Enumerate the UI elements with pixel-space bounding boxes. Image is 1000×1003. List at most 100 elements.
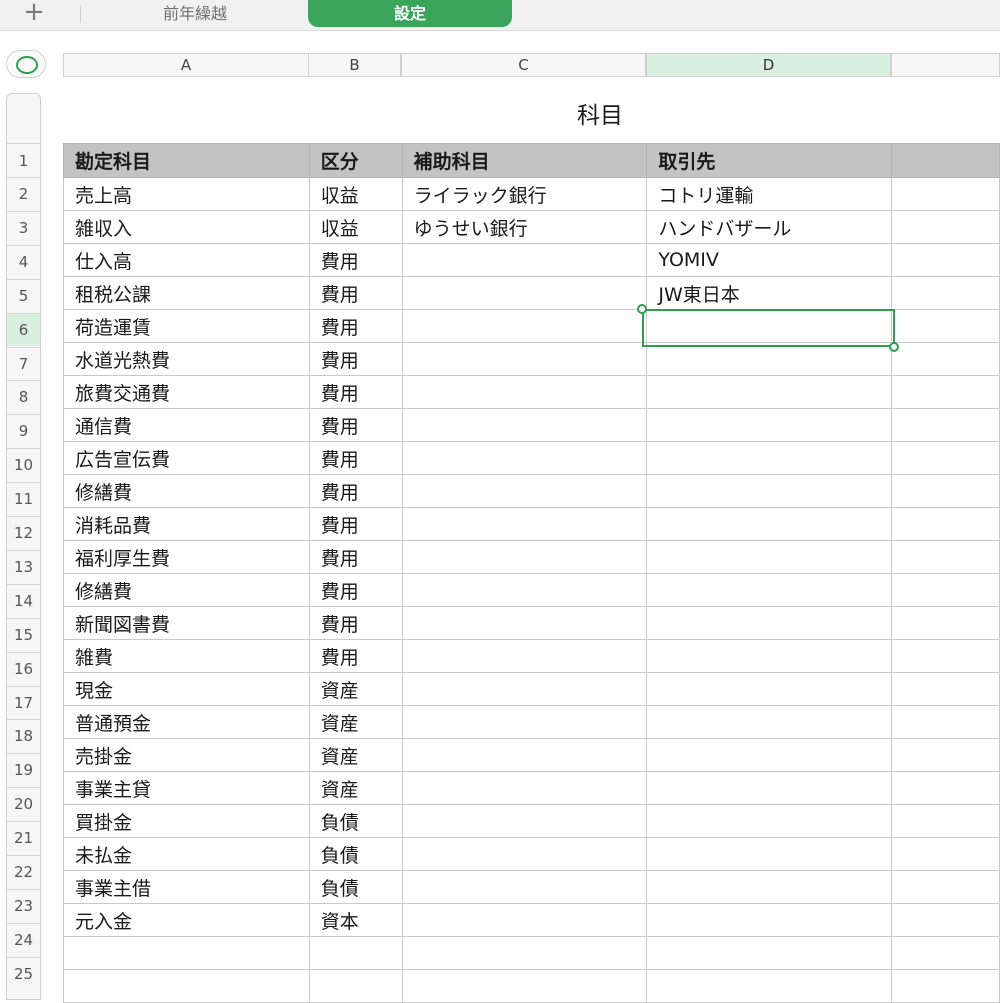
row-header-3[interactable]: 3 xyxy=(7,210,40,245)
row-header-21[interactable]: 21 xyxy=(7,821,40,855)
table-cell-account-name[interactable]: 買掛金 xyxy=(63,804,310,838)
table-cell-sub-account[interactable] xyxy=(401,309,648,343)
table-cell-sub-account[interactable] xyxy=(401,441,648,475)
row-header-10[interactable]: 10 xyxy=(7,448,40,482)
table-cell-sub-account[interactable] xyxy=(401,408,648,442)
row-header-17[interactable]: 17 xyxy=(7,685,40,720)
table-cell-category[interactable]: 費用 xyxy=(308,507,403,541)
table-cell-account-name[interactable]: 売上高 xyxy=(63,177,310,211)
table-cell-counterparty[interactable] xyxy=(646,804,893,838)
table-cell-extra[interactable] xyxy=(891,969,1000,1003)
table-cell-account-name[interactable]: 未払金 xyxy=(63,837,310,871)
table-cell-sub-account[interactable] xyxy=(401,936,648,970)
column-header-c[interactable]: C xyxy=(401,53,646,77)
table-cell-extra[interactable] xyxy=(891,375,1000,409)
table-cell-sub-account[interactable] xyxy=(401,243,648,277)
table-cell-account-name[interactable]: 荷造運賃 xyxy=(63,309,310,343)
table-cell-extra[interactable] xyxy=(891,804,1000,838)
table-cell-category[interactable]: 負債 xyxy=(308,804,403,838)
column-header-a[interactable]: A xyxy=(63,53,309,77)
table-cell-sub-account[interactable] xyxy=(401,474,648,508)
table-cell-account-name[interactable]: 水道光熱費 xyxy=(63,342,310,376)
column-header-d[interactable]: D xyxy=(646,53,891,77)
header-cell-sub-account[interactable]: 補助科目 xyxy=(401,143,648,178)
table-cell-category[interactable]: 費用 xyxy=(308,474,403,508)
table-cell-counterparty[interactable] xyxy=(646,375,893,409)
table-cell-sub-account[interactable]: ライラック銀行 xyxy=(401,177,648,211)
row-header-2[interactable]: 2 xyxy=(7,177,40,211)
row-header-20[interactable]: 20 xyxy=(7,787,40,821)
table-cell-counterparty[interactable] xyxy=(646,936,893,970)
table-cell-category[interactable]: 費用 xyxy=(308,606,403,640)
table-cell-account-name[interactable]: 通信費 xyxy=(63,408,310,442)
table-cell-extra[interactable] xyxy=(891,243,1000,277)
table-cell-account-name[interactable]: 雑収入 xyxy=(63,210,310,244)
table-cell-extra[interactable] xyxy=(891,309,1000,343)
table-cell-sub-account[interactable] xyxy=(401,771,648,805)
selection-handle-top-left[interactable] xyxy=(637,304,647,314)
table-cell-extra[interactable] xyxy=(891,903,1000,937)
table-cell-account-name[interactable]: 福利厚生費 xyxy=(63,540,310,574)
table-cell-category[interactable]: 資本 xyxy=(308,903,403,937)
table-cell-sub-account[interactable] xyxy=(401,375,648,409)
table-cell-account-name[interactable]: 事業主借 xyxy=(63,870,310,904)
table-cell-category[interactable] xyxy=(308,969,403,1003)
table-cell-counterparty[interactable] xyxy=(646,672,893,706)
table-cell-sub-account[interactable] xyxy=(401,903,648,937)
table-cell-extra[interactable] xyxy=(891,870,1000,904)
table-cell-counterparty[interactable] xyxy=(646,771,893,805)
table-cell-sub-account[interactable] xyxy=(401,870,648,904)
table-cell-category[interactable]: 資産 xyxy=(308,705,403,739)
table-cell-extra[interactable] xyxy=(891,276,1000,310)
row-header-1[interactable]: 1 xyxy=(7,143,40,177)
table-cell-extra[interactable] xyxy=(891,606,1000,640)
table-cell-extra[interactable] xyxy=(891,837,1000,871)
table-cell-category[interactable]: 資産 xyxy=(308,672,403,706)
table-cell-category[interactable]: 資産 xyxy=(308,771,403,805)
table-cell-sub-account[interactable] xyxy=(401,276,648,310)
table-cell-counterparty[interactable] xyxy=(646,903,893,937)
table-cell-account-name[interactable]: 普通預金 xyxy=(63,705,310,739)
table-cell-extra[interactable] xyxy=(891,441,1000,475)
table-cell-counterparty[interactable]: コトリ運輸 xyxy=(646,177,893,211)
table-cell-extra[interactable] xyxy=(891,672,1000,706)
table-cell-account-name[interactable]: 現金 xyxy=(63,672,310,706)
table-cell-category[interactable]: 費用 xyxy=(308,408,403,442)
table-cell-sub-account[interactable] xyxy=(401,639,648,673)
table-cell-counterparty[interactable] xyxy=(646,837,893,871)
table-cell-extra[interactable] xyxy=(891,210,1000,244)
row-header-4[interactable]: 4 xyxy=(7,244,40,279)
table-cell-category[interactable]: 費用 xyxy=(308,639,403,673)
table-cell-counterparty[interactable] xyxy=(646,474,893,508)
table-cell-sub-account[interactable] xyxy=(401,804,648,838)
column-header-empty[interactable] xyxy=(891,53,1000,77)
row-header-12[interactable]: 12 xyxy=(7,516,40,550)
table-cell-extra[interactable] xyxy=(891,177,1000,211)
table-cell-category[interactable]: 収益 xyxy=(308,210,403,244)
table-cell-extra[interactable] xyxy=(891,573,1000,607)
table-cell-counterparty[interactable] xyxy=(646,540,893,574)
table-cell-sub-account[interactable] xyxy=(401,573,648,607)
table-cell-counterparty[interactable] xyxy=(646,738,893,772)
table-cell-account-name[interactable]: 修繕費 xyxy=(63,573,310,607)
table-cell-account-name[interactable]: 雑費 xyxy=(63,639,310,673)
table-cell-counterparty[interactable] xyxy=(646,441,893,475)
selection-handle-bottom-right[interactable] xyxy=(889,342,899,352)
table-cell-counterparty[interactable] xyxy=(646,507,893,541)
table-cell-category[interactable]: 費用 xyxy=(308,276,403,310)
select-all-button[interactable] xyxy=(6,50,46,78)
table-cell-sub-account[interactable] xyxy=(401,507,648,541)
row-header-16[interactable]: 16 xyxy=(7,651,40,686)
table-cell-extra[interactable] xyxy=(891,507,1000,541)
table-cell-account-name[interactable]: 消耗品費 xyxy=(63,507,310,541)
table-cell-counterparty[interactable] xyxy=(646,870,893,904)
header-cell-category[interactable]: 区分 xyxy=(308,143,403,178)
column-header-b[interactable]: B xyxy=(308,53,401,77)
row-header-8[interactable]: 8 xyxy=(7,380,40,414)
table-cell-counterparty[interactable] xyxy=(646,573,893,607)
table-cell-sub-account[interactable] xyxy=(401,606,648,640)
table-cell-account-name[interactable] xyxy=(63,969,310,1003)
header-cell-counterparty[interactable]: 取引先 xyxy=(646,143,893,178)
table-cell-category[interactable]: 負債 xyxy=(308,870,403,904)
table-cell-category[interactable]: 負債 xyxy=(308,837,403,871)
